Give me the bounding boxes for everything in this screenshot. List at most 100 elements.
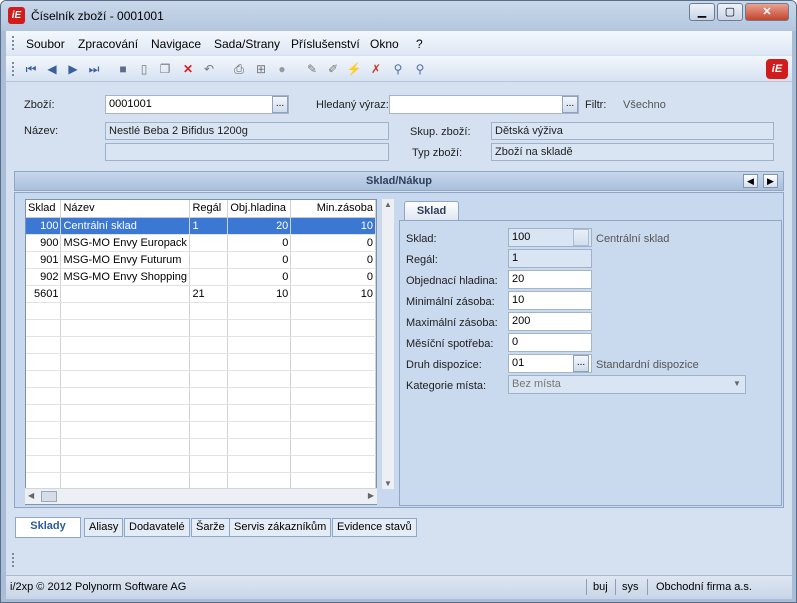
brand-logo-icon: iE [766,59,788,79]
delete-icon[interactable]: ✕ [180,61,196,77]
zbozi-lookup-button[interactable]: ... [272,96,288,113]
find-icon[interactable]: ⚲ [412,61,428,77]
tab-sarze[interactable]: Šarže [191,518,230,537]
cell: 0 [227,268,292,286]
tab-sklad[interactable]: Sklad [404,201,459,221]
cell: MSG-MO Envy Futurum [60,251,191,269]
table-row[interactable]: 901 MSG-MO Envy Futurum 0 0 [26,251,376,269]
scroll-left-icon[interactable]: ◀ [28,491,34,500]
close-button[interactable]: ✕ [745,3,789,21]
max-input[interactable]: 200 [508,312,592,331]
skup-label: Skup. zboží: [410,126,471,138]
cell [189,251,229,269]
status-user: buj [593,581,608,593]
tab-sklady[interactable]: Sklady [15,517,81,538]
mes-input[interactable]: 0 [508,333,592,352]
nazev-field-2 [105,143,389,161]
cell: 0 [290,268,376,286]
cell: 20 [227,217,292,235]
cell: 10 [227,285,292,303]
menu-navigace[interactable]: Navigace [151,37,201,51]
grid-vscrollbar[interactable]: ▲ ▼ [381,199,394,489]
nazev-label: Název: [24,125,59,137]
print-icon[interactable]: ⎙ [231,61,247,77]
sklad-grid: Sklad Název Regál Obj.hladina Min.zásoba… [25,199,377,505]
tab-servis[interactable]: Servis zákazníkům [229,518,332,537]
grid-hscrollbar[interactable]: ◀ ▶ [25,488,377,504]
tab-evidence[interactable]: Evidence stavů [332,518,417,537]
menu-help[interactable]: ? [416,37,423,51]
refresh-icon[interactable]: ● [274,61,290,77]
save-icon[interactable]: ■ [115,61,131,77]
erase-icon[interactable]: ✐ [325,61,341,77]
hledany-input[interactable] [389,95,579,114]
filtr-label: Filtr: [585,99,607,111]
typ-label: Typ zboží: [412,147,463,159]
client-area: Soubor Zpracování Navigace Sada/Strany P… [6,31,792,599]
chevron-down-icon[interactable]: ▼ [733,379,741,388]
toolbar: ⏮ ◀ ▶ ⏭ ■ ▯ ❐ ✕ ↶ ⎙ ⊞ ● ✎ ✐ ⚡ ✗ ⚲ ⚲ [6,56,792,82]
col-nazev[interactable]: Název [60,200,191,218]
table-row[interactable]: 900 MSG-MO Envy Europack 0 0 [26,234,376,252]
kat-select[interactable]: Bez místa [508,375,746,394]
panel-next-icon[interactable]: ▶ [763,174,778,188]
maximize-button[interactable]: ▢ [717,3,743,21]
col-sklad[interactable]: Sklad [26,200,62,218]
table-row [26,404,376,422]
cell: 5601 [26,285,62,303]
cell: 900 [26,234,62,252]
col-min[interactable]: Min.zásoba [290,200,376,218]
new-icon[interactable]: ▯ [136,61,152,77]
table-row[interactable]: 100 Centrální sklad 1 20 10 [26,217,376,235]
kat-label: Kategorie místa: [406,380,487,392]
copy-icon[interactable]: ❐ [157,61,173,77]
bottom-grip [12,553,14,567]
cell: 0 [227,251,292,269]
prev-icon[interactable]: ◀ [44,61,60,77]
min-input[interactable]: 10 [508,291,592,310]
hledany-lookup-button[interactable]: ... [562,96,578,113]
obj-label: Objednací hladina: [406,275,498,287]
tree-icon[interactable]: ⊞ [253,61,269,77]
clear-filter-icon[interactable]: ✗ [368,61,384,77]
tab-aliasy[interactable]: Aliasy [84,518,124,537]
sklad-lookup-button[interactable] [573,229,589,246]
undo-icon[interactable]: ↶ [201,61,217,77]
edit-icon[interactable]: ✎ [304,61,320,77]
obj-input[interactable]: 20 [508,270,592,289]
next-icon[interactable]: ▶ [65,61,81,77]
col-obj[interactable]: Obj.hladina [227,200,292,218]
app-logo-icon: iE [8,7,25,24]
search-icon[interactable]: ⚲ [390,61,406,77]
menu-bar: Soubor Zpracování Navigace Sada/Strany P… [6,31,792,55]
first-icon[interactable]: ⏮ [23,61,39,77]
regal-label: Regál: [406,254,438,266]
druh-lookup-button[interactable]: ... [573,355,589,372]
zbozi-input[interactable]: 0001001 [105,95,289,114]
panel-prev-icon[interactable]: ◀ [743,174,758,188]
table-row [26,302,376,320]
col-regal[interactable]: Regál [189,200,229,218]
filtr-value: Všechno [623,99,666,111]
table-row [26,336,376,354]
table-row [26,370,376,388]
last-icon[interactable]: ⏭ [86,61,102,77]
filter-icon[interactable]: ⚡ [346,61,362,77]
menu-zpracovani[interactable]: Zpracování [78,37,138,51]
table-row[interactable]: 5601 21 10 10 [26,285,376,303]
menu-soubor[interactable]: Soubor [26,37,65,51]
table-row[interactable]: 902 MSG-MO Envy Shopping 0 0 [26,268,376,286]
scroll-up-icon[interactable]: ▲ [384,200,392,209]
scroll-down-icon[interactable]: ▼ [384,479,392,488]
menu-okno[interactable]: Okno [370,37,399,51]
tab-dodavatele[interactable]: Dodavatelé [124,518,190,537]
min-label: Minimální zásoba: [406,296,495,308]
menu-prislusenstvi[interactable]: Příslušenství [291,37,360,51]
regal-field: 1 [508,249,592,268]
scroll-right-icon[interactable]: ▶ [368,491,374,500]
cell: MSG-MO Envy Shopping [60,268,191,286]
hscroll-thumb[interactable] [41,491,57,502]
menu-sada-strany[interactable]: Sada/Strany [214,37,280,51]
minimize-button[interactable]: ▁ [689,3,715,21]
druh-label: Druh dispozice: [406,359,482,371]
